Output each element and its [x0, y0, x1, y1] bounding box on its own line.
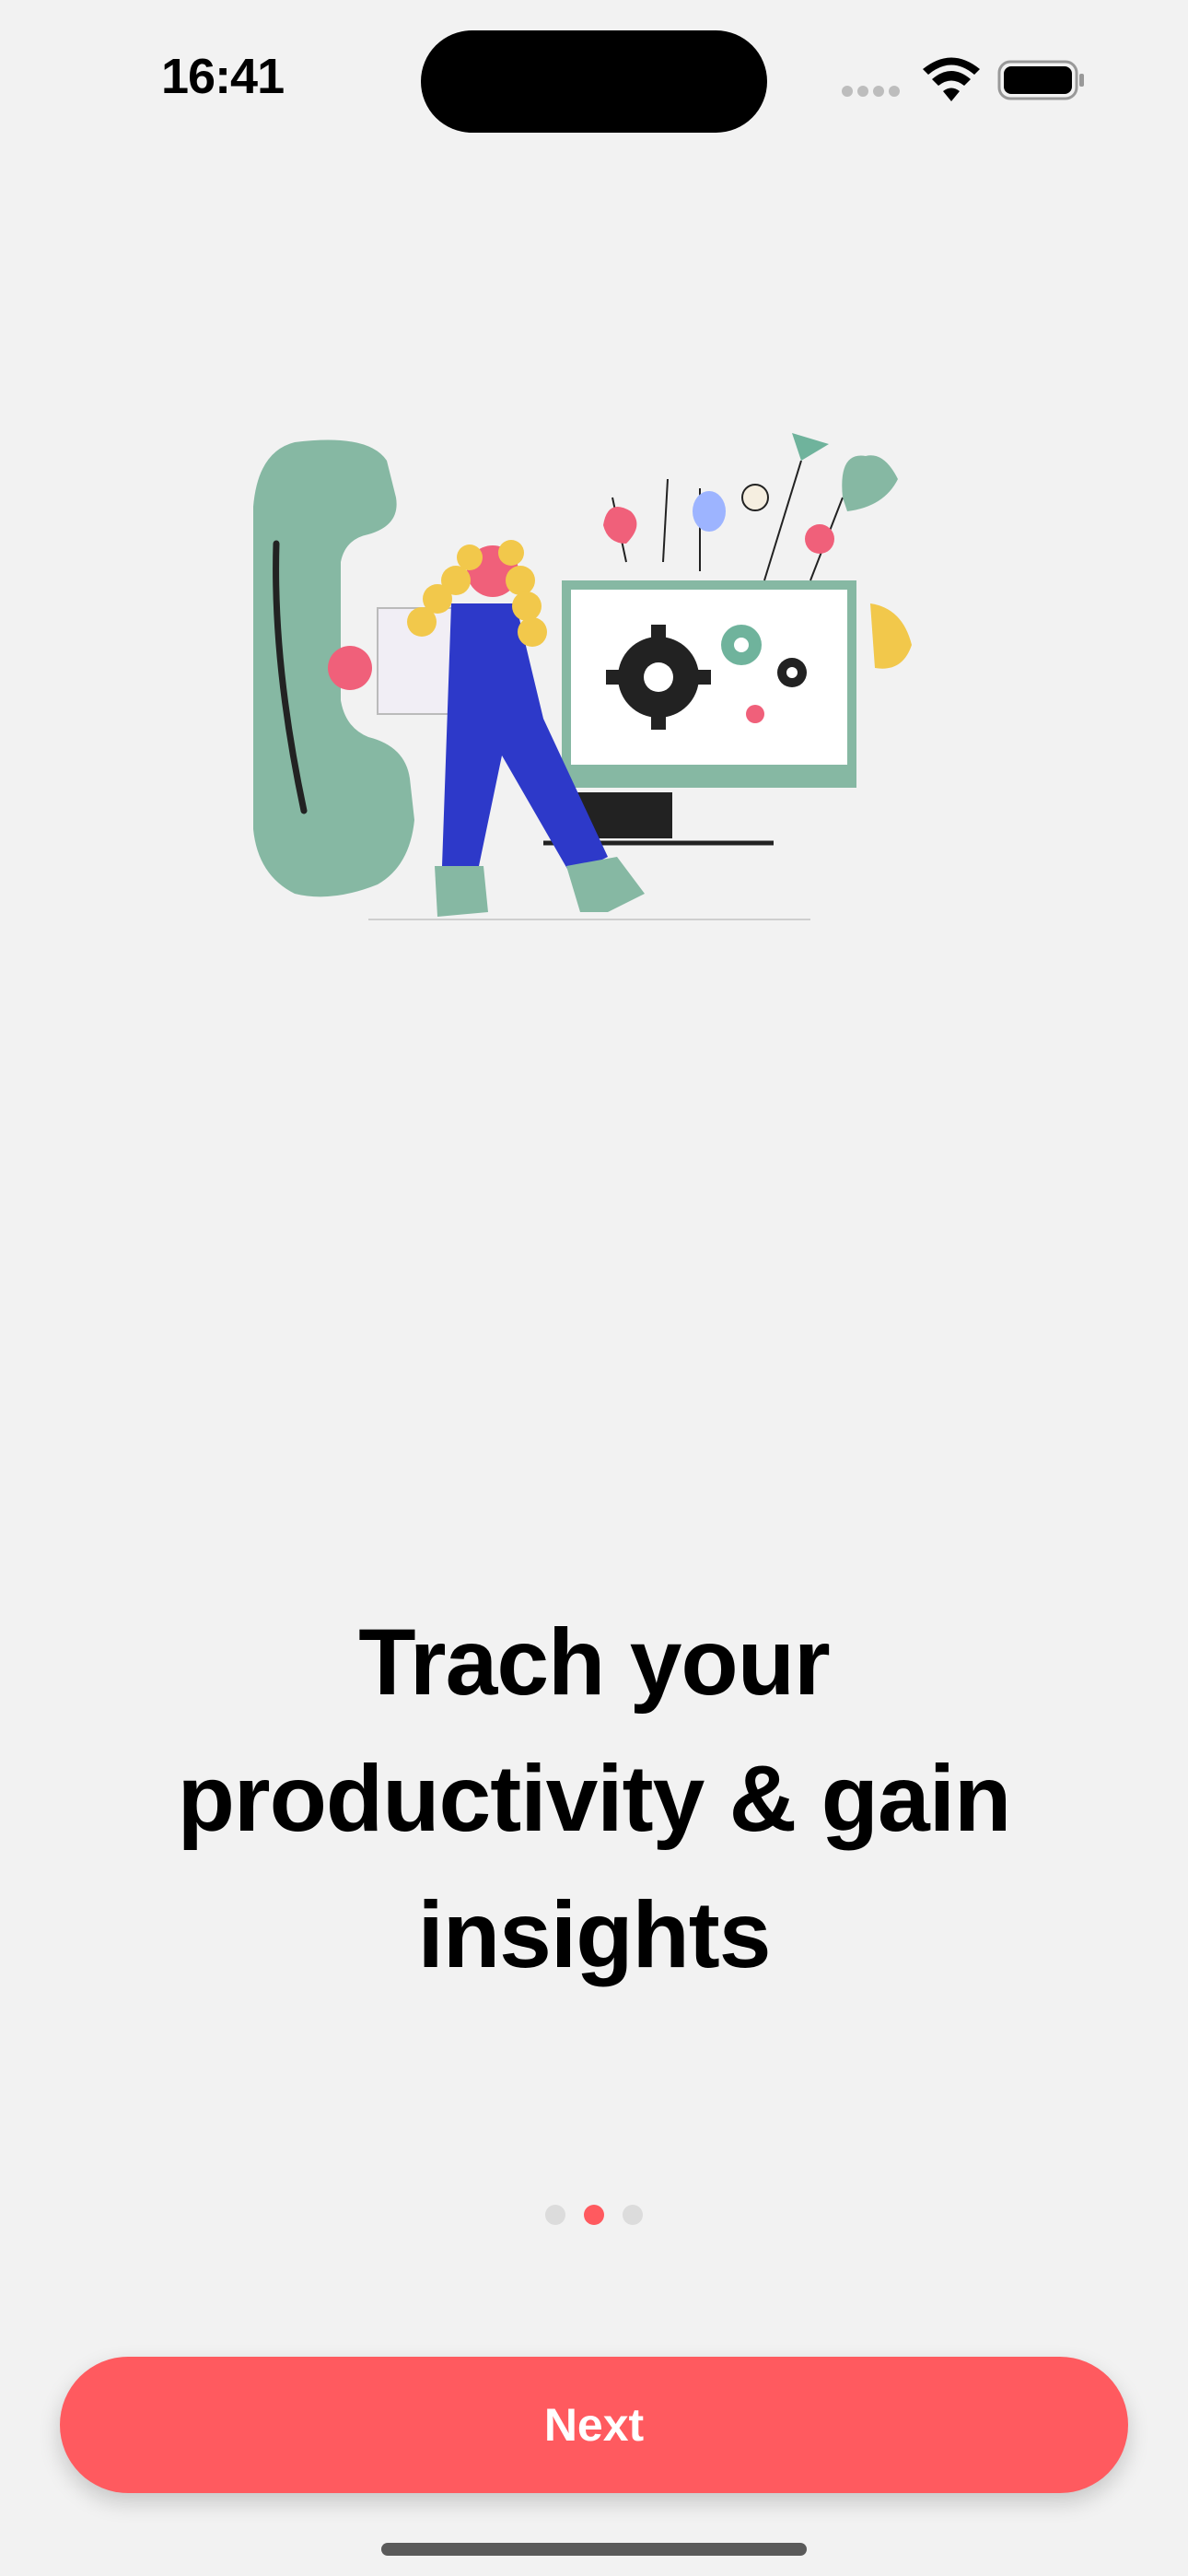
page-dot-2-active[interactable] [584, 2205, 604, 2225]
next-button[interactable]: Next [60, 2357, 1128, 2493]
onboarding-title: Trach your productivity & gain insights [177, 1610, 1012, 1987]
page-dot-3[interactable] [623, 2205, 643, 2225]
home-indicator[interactable] [381, 2543, 807, 2556]
onboarding-illustration [253, 433, 912, 920]
wifi-icon [923, 57, 980, 101]
status-time: 16:41 [161, 49, 285, 104]
dynamic-island [421, 30, 767, 133]
cellular-signal-icon [842, 85, 904, 101]
monitor-icon [543, 580, 856, 846]
page-indicator[interactable] [0, 2205, 1188, 2227]
status-bar: 16:41 [0, 0, 1188, 166]
page-dot-1[interactable] [545, 2205, 565, 2225]
battery-icon [997, 60, 1084, 100]
